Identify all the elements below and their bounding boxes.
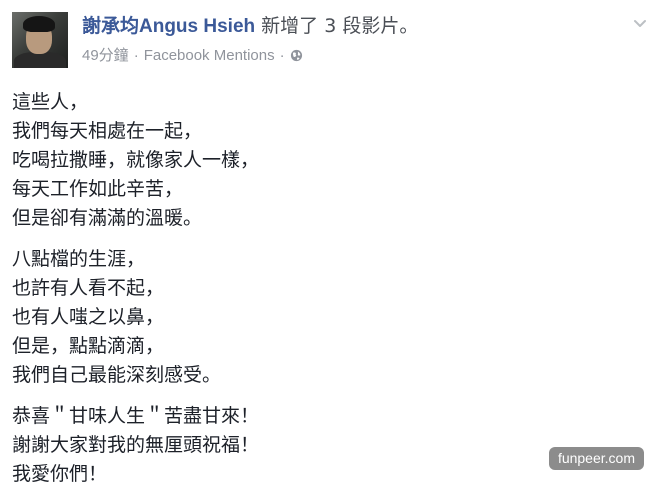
- facebook-post: 謝承均Angus Hsieh 新增了 3 段影片。 49分鐘 · Facebook …: [0, 0, 660, 485]
- post-line: 吃喝拉撒睡，就像家人一樣，: [12, 149, 260, 171]
- avatar-hair: [23, 16, 55, 32]
- author-avatar[interactable]: [12, 12, 68, 68]
- post-line: 但是，點點滴滴，: [12, 335, 165, 357]
- post-line: 我們每天相處在一起，: [12, 120, 203, 142]
- post-line: 恭喜＂甘味人生＂苦盡甘來！: [12, 405, 260, 427]
- post-line: 我們自己最能深刻感受。: [12, 364, 222, 386]
- meta-separator: ·: [133, 47, 139, 64]
- post-paragraph: 恭喜＂甘味人生＂苦盡甘來！ 謝謝大家對我的無厘頭祝福！ 我愛你們！: [12, 402, 632, 489]
- post-line: 也許有人看不起，: [12, 277, 165, 299]
- post-body: 這些人， 我們每天相處在一起， 吃喝拉撒睡，就像家人一樣， 每天工作如此辛苦， …: [12, 88, 632, 489]
- post-line: 這些人，: [12, 91, 89, 113]
- post-line: 八點檔的生涯，: [12, 248, 146, 270]
- post-action-text: 新增了 3 段影片。: [255, 15, 419, 37]
- author-name-link[interactable]: 謝承均Angus Hsieh: [82, 16, 255, 37]
- chevron-down-icon[interactable]: [632, 16, 648, 32]
- post-title-line: 謝承均Angus Hsieh 新增了 3 段影片。: [82, 14, 418, 39]
- globe-icon[interactable]: [290, 49, 303, 62]
- post-paragraph: 這些人， 我們每天相處在一起， 吃喝拉撒睡，就像家人一樣， 每天工作如此辛苦， …: [12, 88, 632, 233]
- post-line: 也有人嗤之以鼻，: [12, 306, 165, 328]
- post-line: 我愛你們！: [12, 463, 108, 485]
- post-meta: 49分鐘 · Facebook Mentions ·: [82, 46, 303, 66]
- post-source-link[interactable]: Facebook Mentions: [144, 47, 275, 64]
- post-line: 但是卻有滿滿的溫暖。: [12, 207, 203, 229]
- post-line: 每天工作如此辛苦，: [12, 178, 184, 200]
- post-paragraph: 八點檔的生涯， 也許有人看不起， 也有人嗤之以鼻， 但是，點點滴滴， 我們自己最…: [12, 245, 632, 390]
- watermark-badge: funpeer.com: [548, 447, 644, 470]
- meta-separator-2: ·: [279, 47, 285, 64]
- post-header: 謝承均Angus Hsieh 新增了 3 段影片。 49分鐘 · Facebook …: [12, 12, 648, 68]
- post-line: 謝謝大家對我的無厘頭祝福！: [12, 434, 260, 456]
- post-timestamp[interactable]: 49分鐘: [82, 47, 129, 64]
- avatar-shoulders: [14, 52, 66, 68]
